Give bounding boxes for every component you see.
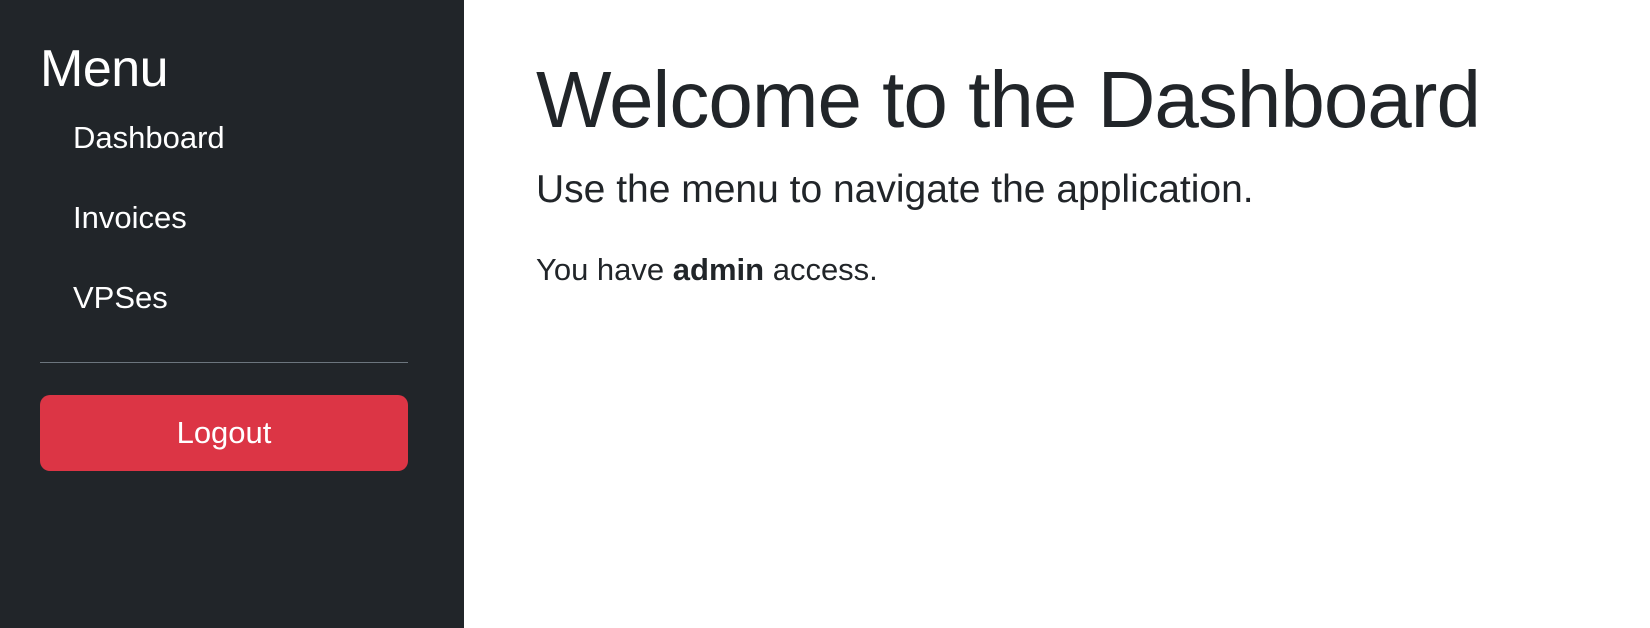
sidebar-title: Menu	[40, 40, 169, 98]
main-content: Welcome to the Dashboard Use the menu to…	[464, 0, 1650, 628]
sidebar-divider	[40, 362, 408, 363]
sidebar-nav: Dashboard Invoices VPSes	[40, 118, 424, 338]
sidebar: Menu Dashboard Invoices VPSes Logout	[0, 0, 464, 628]
sidebar-nav-entry: Dashboard	[40, 118, 424, 178]
page-title: Welcome to the Dashboard	[536, 55, 1481, 144]
access-prefix: You have	[536, 252, 665, 287]
sidebar-item-vpses[interactable]: VPSes	[40, 258, 424, 338]
sidebar-nav-entry: Invoices	[40, 178, 424, 258]
access-role: admin	[672, 252, 765, 287]
sidebar-item-invoices[interactable]: Invoices	[40, 178, 424, 258]
sidebar-nav-entry: VPSes	[40, 258, 424, 338]
lead-text: Use the menu to navigate the application…	[536, 168, 1254, 211]
app-layout: Menu Dashboard Invoices VPSes Logout Wel…	[0, 0, 1650, 628]
access-text: You have admin access.	[536, 250, 1650, 290]
logout-button[interactable]: Logout	[40, 395, 408, 471]
sidebar-item-dashboard[interactable]: Dashboard	[40, 118, 424, 178]
access-suffix: access.	[772, 252, 878, 287]
